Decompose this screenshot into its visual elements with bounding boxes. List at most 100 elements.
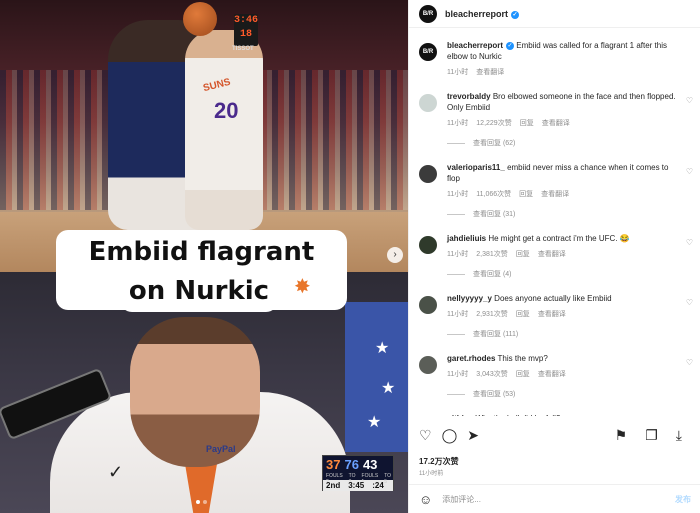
comment-item: nellyyyyy_y Does anyone actually like Em…	[409, 293, 700, 339]
post-button[interactable]: 发布	[675, 494, 691, 505]
comment-reply[interactable]: 回复	[516, 369, 530, 379]
team1-score: 37	[326, 457, 341, 472]
view-replies[interactable]: 查看回复 (31)	[447, 209, 679, 219]
comment-composer: ☺ 添加评论... 发布	[409, 484, 700, 513]
replies-divider	[447, 333, 465, 335]
comment-item: nithivn Why the ball did he fall?♡	[409, 413, 700, 416]
caption-avatar[interactable]: B/R	[419, 43, 437, 61]
comment-time: 11小时	[447, 120, 469, 127]
share-icon[interactable]: ➤	[467, 427, 479, 444]
comment-item: jahdieliuis He might get a contract i'm …	[409, 233, 700, 279]
caption-author[interactable]: bleacherreport	[447, 41, 503, 50]
comment-likes[interactable]: 11,066次赞	[476, 189, 511, 199]
comment-heart-icon[interactable]: ♡	[686, 96, 693, 105]
view-replies[interactable]: 查看回复 (53)	[447, 389, 679, 399]
comment-heart-icon[interactable]: ♡	[686, 298, 693, 307]
commenter-username[interactable]: nellyyyyy_y	[447, 294, 492, 303]
comment-likes[interactable]: 2,381次赞	[476, 249, 508, 259]
flag-banner: ★ ★ ★	[345, 302, 408, 452]
comment-reply[interactable]: 回复	[520, 118, 534, 128]
duplicate-icon[interactable]: ❐	[645, 427, 658, 444]
comment-likes[interactable]: 3,043次赞	[476, 369, 508, 379]
post-header: B/R bleacherreport ✓	[409, 0, 700, 28]
view-replies[interactable]: 查看回复 (4)	[447, 269, 679, 279]
carousel-dots	[196, 500, 207, 504]
comment-text: nellyyyyy_y Does anyone actually like Em…	[447, 293, 679, 304]
team2-prefix: 76	[344, 457, 359, 472]
commenter-avatar[interactable]	[419, 165, 437, 183]
shot-clock-brand: TISSOT	[232, 46, 254, 52]
comment-translate[interactable]: 查看翻译	[538, 309, 566, 319]
comment-item: garet.rhodes This the mvp? ♡ 11小时 3,043次赞 回复…	[409, 353, 700, 399]
comment-heart-icon[interactable]: ♡	[686, 167, 693, 176]
comment-text: jahdieliuis He might get a contract i'm …	[447, 233, 679, 244]
comment-time: 11小时	[447, 251, 469, 258]
comment-time: 11小时	[447, 371, 469, 378]
game-clock: 3:45	[348, 481, 365, 490]
caption-time: 11小时	[447, 69, 469, 76]
caption-text: bleacherreport ✓ Embiid was called for a …	[447, 41, 668, 61]
author-username[interactable]: bleacherreport ✓	[445, 9, 520, 19]
verified-icon: ✓	[506, 42, 515, 50]
view-replies[interactable]: 查看回复 (62)	[447, 138, 679, 148]
author-avatar[interactable]: B/R	[419, 4, 437, 23]
comment-icon[interactable]: ◯	[442, 427, 458, 444]
comment-heart-icon[interactable]: ♡	[686, 358, 693, 367]
next-slide-chevron-icon[interactable]: ›	[387, 247, 403, 263]
jersey-sponsor: PayPal	[206, 444, 236, 454]
emoji-icon[interactable]: ☺	[419, 492, 432, 507]
comment-text: valerioparis11_ embiid never miss a chan…	[447, 162, 679, 184]
commenter-avatar[interactable]	[419, 296, 437, 314]
comment-reply[interactable]: 回复	[516, 309, 530, 319]
period: 2nd	[326, 481, 341, 490]
commenter-avatar[interactable]	[419, 94, 437, 112]
comment-body: He might get a contract i'm the UFC. 😂	[488, 234, 630, 243]
commenter-username[interactable]: nithivn	[447, 414, 473, 416]
download-icon[interactable]: ⤓	[676, 427, 682, 444]
caption-translate[interactable]: 查看翻译	[476, 67, 504, 77]
team2-timeouts: TO 5	[384, 473, 392, 485]
comment-translate[interactable]: 查看翻译	[538, 249, 566, 259]
player-nurkic	[185, 30, 263, 230]
swoosh-icon: ✓	[108, 462, 124, 482]
comment-text: nithivn Why the ball did he fall?	[447, 413, 679, 416]
comment-input[interactable]: 添加评论...	[442, 494, 675, 505]
comment-likes[interactable]: 2,931次赞	[476, 309, 508, 319]
basketball	[183, 2, 217, 36]
comment-translate[interactable]: 查看翻译	[541, 189, 569, 199]
comment-body: This the mvp?	[497, 354, 548, 363]
post-time: 11小时前	[419, 471, 444, 477]
team2-score: 43	[362, 457, 378, 472]
comment-heart-icon[interactable]: ♡	[686, 238, 693, 247]
caption-item: B/R bleacherreport ✓ Embiid was called fo…	[409, 40, 700, 77]
bookmark-icon[interactable]: ⚑	[615, 427, 628, 444]
comment-text: trevorbaldy Bro elbowed someone in the f…	[447, 91, 679, 113]
commenter-username[interactable]: trevorbaldy	[447, 92, 491, 101]
team2-fouls: FOULS 1	[361, 473, 379, 485]
commenter-username[interactable]: garet.rhodes	[447, 354, 495, 363]
comment-reply[interactable]: 回复	[519, 189, 533, 199]
like-count[interactable]: 17.2万次赞	[419, 456, 459, 467]
team1-timeouts: TO 3	[348, 473, 356, 485]
heart-icon[interactable]: ♡	[419, 427, 432, 444]
shot-clock-bottom: 18	[239, 29, 252, 40]
comment-translate[interactable]: 查看翻译	[538, 369, 566, 379]
view-replies[interactable]: 查看回复 (111)	[447, 329, 679, 339]
comment-text: garet.rhodes This the mvp?	[447, 353, 679, 364]
comments-list[interactable]: B/R bleacherreport ✓ Embiid was called fo…	[409, 32, 700, 416]
comment-time: 11小时	[447, 191, 469, 198]
replies-divider	[447, 393, 465, 395]
comment-time: 11小时	[447, 311, 469, 318]
comment-translate[interactable]: 查看翻译	[542, 118, 570, 128]
commenter-username[interactable]: valerioparis11_	[447, 163, 505, 172]
commenter-avatar[interactable]	[419, 236, 437, 254]
shot-clock: 3:46 18	[234, 14, 258, 46]
post-media[interactable]: SUNS 20 3:46 18 TISSOT ★ ★ ★ PayPal ✓ Em…	[0, 0, 408, 513]
verified-icon: ✓	[511, 10, 520, 19]
commenter-avatar[interactable]	[419, 356, 437, 374]
replies-divider	[447, 273, 465, 275]
comment-body: Why the ball did he fall?	[475, 414, 560, 416]
commenter-username[interactable]: jahdieliuis	[447, 234, 486, 243]
comment-likes[interactable]: 12,229次赞	[476, 118, 511, 128]
comment-reply[interactable]: 回复	[516, 249, 530, 259]
